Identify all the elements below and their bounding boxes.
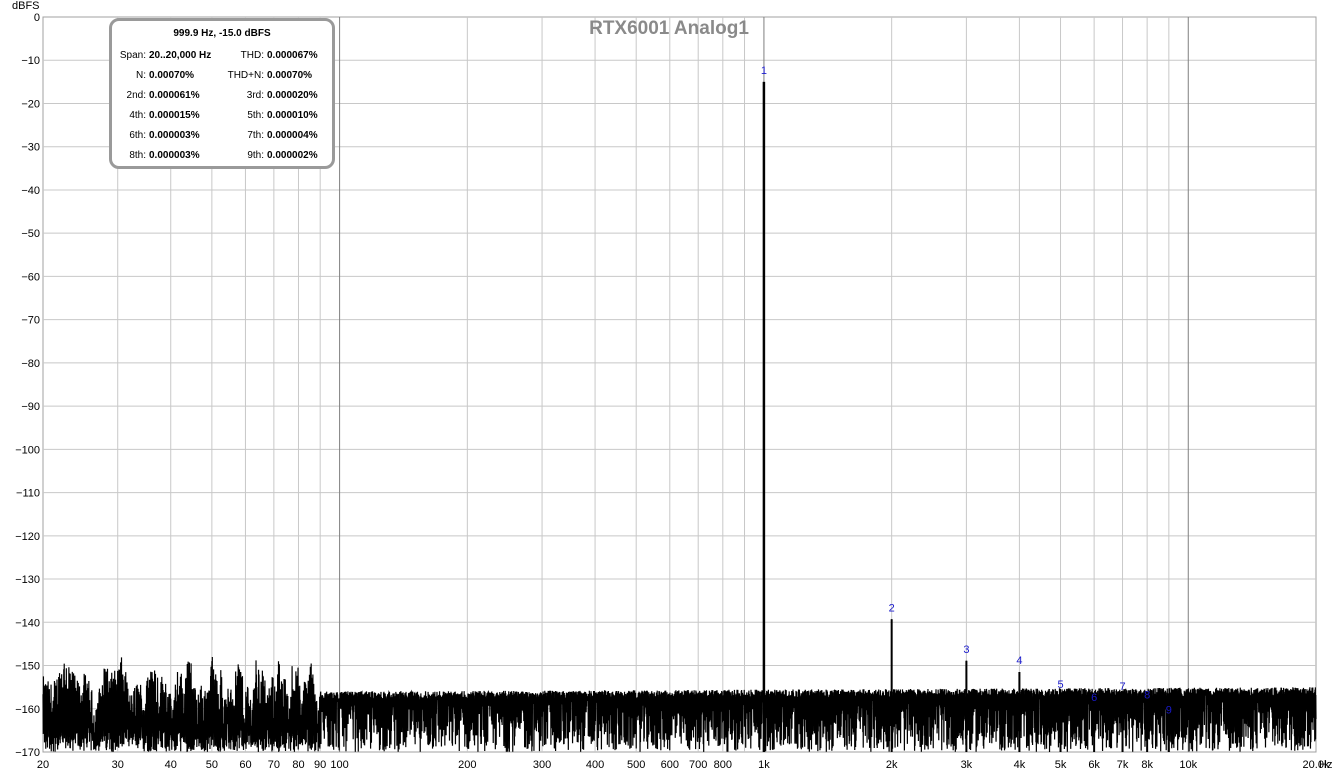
info-label: 2nd: — [126, 90, 146, 101]
x-tick-label: 80 — [292, 759, 304, 771]
x-tick-label: 300 — [533, 759, 551, 771]
info-label: 9th: — [247, 150, 264, 161]
info-value: 20..20,000 Hz — [149, 50, 212, 61]
info-label: 5th: — [247, 110, 264, 121]
info-value: 0.000004% — [267, 130, 318, 141]
y-tick-label: −60 — [21, 271, 40, 283]
info-label: 6th: — [129, 130, 146, 141]
y-tick-label: −150 — [15, 661, 40, 673]
info-value: 0.00070% — [267, 70, 313, 81]
x-tick-label: 800 — [714, 759, 732, 771]
harmonic-label: 6 — [1091, 692, 1097, 704]
info-value: 0.000015% — [149, 110, 200, 121]
x-tick-label: 70 — [268, 759, 280, 771]
y-tick-label: −160 — [15, 704, 40, 716]
info-row: Span: 20..20,000 Hz THD: 0.000067% — [112, 50, 332, 64]
chart-title: RTX6001 Analog1 — [589, 18, 749, 39]
y-tick-label: −10 — [21, 55, 40, 67]
y-tick-label: −170 — [15, 747, 40, 759]
info-label: N: — [136, 70, 146, 81]
y-tick-label: −120 — [15, 531, 40, 543]
x-tick-label: 30 — [112, 759, 124, 771]
x-axis-label: Hz — [1319, 759, 1332, 771]
x-tick-label: 8k — [1141, 759, 1153, 771]
x-tick-label: 6k — [1088, 759, 1100, 771]
y-tick-label: −40 — [21, 185, 40, 197]
info-row: 4th: 0.000015% 5th: 0.000010% — [112, 110, 332, 124]
info-row: N: 0.00070% THD+N: 0.00070% — [112, 70, 332, 84]
info-label: 3rd: — [246, 90, 264, 101]
y-axis-label: dBFS — [12, 0, 40, 12]
x-tick-label: 5k — [1055, 759, 1067, 771]
y-tick-label: −30 — [21, 142, 40, 154]
info-row: 2nd: 0.000061% 3rd: 0.000020% — [112, 90, 332, 104]
info-value: 0.000002% — [267, 150, 318, 161]
info-value: 0.000010% — [267, 110, 318, 121]
y-tick-label: 0 — [34, 12, 40, 24]
y-tick-label: −20 — [21, 98, 40, 110]
x-tick-label: 60 — [239, 759, 251, 771]
info-value: 0.000067% — [267, 50, 318, 61]
x-tick-label: 1k — [758, 759, 770, 771]
y-tick-label: −100 — [15, 444, 40, 456]
info-value: 0.000061% — [149, 90, 200, 101]
harmonic-label: 5 — [1057, 679, 1063, 691]
x-tick-label: 20 — [37, 759, 49, 771]
x-tick-label: 50 — [206, 759, 218, 771]
harmonic-label: 2 — [889, 602, 895, 614]
y-tick-label: −90 — [21, 401, 40, 413]
y-axis-ticks: 0 −10 −20 −30 −40 −50 −60 −70 −80 −90 −100 −110 −120… — [15, 12, 40, 759]
y-tick-label: −80 — [21, 358, 40, 370]
info-label: 7th: — [247, 130, 264, 141]
x-tick-label: 7k — [1117, 759, 1129, 771]
measurement-info-box: 999.9 Hz, -15.0 dBFS Span: 20..20,000 Hz T… — [109, 18, 335, 169]
harmonic-label: 8 — [1144, 690, 1150, 702]
info-row: 8th: 0.000003% 9th: 0.000002% — [112, 150, 332, 164]
harmonic-label: 1 — [761, 65, 767, 77]
y-tick-label: −130 — [15, 574, 40, 586]
x-tick-label: 200 — [458, 759, 476, 771]
info-label: 8th: — [129, 150, 146, 161]
info-label: Span: — [119, 50, 146, 61]
info-value: 0.000020% — [267, 90, 318, 101]
y-tick-label: −70 — [21, 315, 40, 327]
x-tick-label: 2k — [886, 759, 898, 771]
x-tick-label: 400 — [586, 759, 604, 771]
info-value: 0.000003% — [149, 130, 200, 141]
harmonic-label: 3 — [963, 644, 969, 656]
y-tick-label: −140 — [15, 617, 40, 629]
info-label: 4th: — [129, 110, 146, 121]
info-value: 0.000003% — [149, 150, 200, 161]
x-tick-label: 40 — [165, 759, 177, 771]
y-tick-label: −50 — [21, 228, 40, 240]
harmonic-label: 7 — [1119, 681, 1125, 693]
x-tick-label: 10k — [1179, 759, 1197, 771]
info-label: THD+N: — [227, 70, 264, 81]
harmonic-label: 9 — [1166, 705, 1172, 717]
info-label: THD: — [240, 50, 264, 61]
harmonic-label: 4 — [1016, 655, 1022, 667]
info-value: 0.00070% — [149, 70, 195, 81]
x-tick-label: 3k — [961, 759, 973, 771]
info-box-header: 999.9 Hz, -15.0 dBFS — [173, 28, 271, 39]
info-row: 6th: 0.000003% 7th: 0.000004% — [112, 130, 332, 144]
x-tick-label: 600 — [661, 759, 679, 771]
y-tick-label: −110 — [16, 488, 40, 500]
x-tick-label: 90 — [314, 759, 326, 771]
x-tick-label: 4k — [1014, 759, 1026, 771]
x-tick-label: 100 — [330, 759, 348, 771]
x-tick-label: 500 — [627, 759, 645, 771]
x-tick-label: 700 — [689, 759, 707, 771]
x-axis-ticks: 20 30 40 50 60 70 80 90 100 200 300 400 500 600 700 800… — [37, 759, 1330, 771]
